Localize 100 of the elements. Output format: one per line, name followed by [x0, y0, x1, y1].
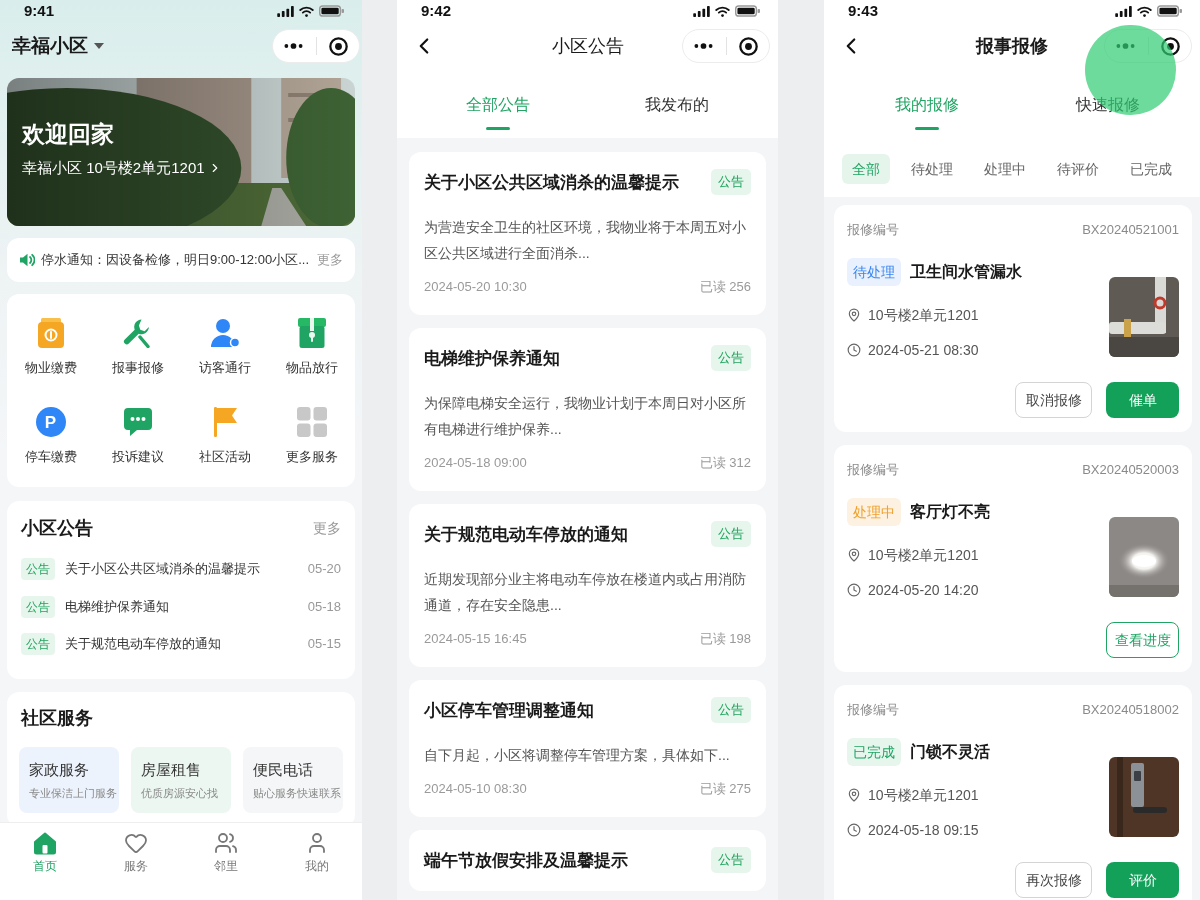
tile-title: 家政服务 [29, 760, 89, 780]
notice-tag: 公告 [711, 697, 751, 723]
filter-chip[interactable]: 待处理 [901, 154, 963, 184]
notice-title: 电梯维护保养通知 [424, 348, 560, 369]
order-location: 10号楼2单元1201 [868, 546, 979, 565]
service-button[interactable]: 访客通行 [181, 318, 268, 378]
service-button[interactable]: 更多服务 [268, 407, 355, 467]
tile-title: 便民电话 [253, 760, 313, 780]
status-tag: 处理中 [847, 498, 901, 526]
tile-subtitle: 贴心服务快速联系 [253, 786, 341, 801]
package-icon [296, 318, 327, 348]
service-tile[interactable]: 家政服务 专业保洁上门服务 [19, 747, 119, 813]
notice-card[interactable]: 小区停车管理调整通知 公告 自下月起，小区将调整停车管理方案，具体如下... 2024-05-10 08:30 已读 275 [409, 680, 766, 817]
read-count: 已读 312 [699, 454, 751, 472]
notice-card[interactable]: 端午节放假安排及温馨提示 公告 [409, 830, 766, 891]
wifi-icon [1137, 5, 1152, 17]
notice-tag: 公告 [21, 595, 55, 618]
tab-bar-item[interactable]: 我的 [271, 831, 362, 874]
service-button[interactable]: 社区活动 [181, 407, 268, 467]
page-title: 小区公告 [551, 35, 624, 58]
order-number: BX20240518002 [1082, 701, 1179, 719]
notice-time: 2024-05-15 16:45 [424, 630, 527, 648]
order-number: BX20240520003 [1082, 461, 1179, 479]
service-button[interactable]: P 停车缴费 [7, 407, 94, 467]
service-tile[interactable]: 房屋租售 优质房源安心找 [131, 747, 231, 813]
money-box-icon [35, 318, 66, 348]
notice-title: 关于规范电动车停放的通知 [424, 524, 628, 545]
clock-icon [847, 823, 861, 837]
filter-chip[interactable]: 处理中 [974, 154, 1036, 184]
target-icon[interactable] [739, 36, 758, 56]
signal-icon [1115, 5, 1132, 17]
notice-title: 小区停车管理调整通知 [424, 700, 594, 721]
notice-title: 端午节放假安排及温馨提示 [424, 850, 628, 871]
order-number-label: 报修编号 [847, 461, 899, 479]
notice-summary: 为营造安全卫生的社区环境，我物业将于本周五对小区公共区域进行全面消杀... [424, 218, 747, 263]
more-icon[interactable] [694, 43, 713, 49]
parking-icon: P [35, 407, 66, 437]
location-pin-icon [847, 548, 861, 562]
notice-time: 2024-05-18 09:00 [424, 454, 527, 472]
notice-tag: 公告 [21, 558, 55, 580]
chat-bubble-icon [122, 407, 153, 437]
notice-card[interactable]: 电梯维护保养通知 公告 为保障电梯安全运行，我物业计划于本周日对小区所有电梯进行维护保养... 2024-05-18 09:00 已读 312 [409, 328, 766, 491]
notice-tag: 公告 [711, 345, 751, 371]
notice-time: 2024-05-10 08:30 [424, 780, 527, 798]
notice-summary: 近期发现部分业主将电动车停放在楼道内或占用消防通道，存在安全隐患... [424, 570, 747, 615]
order-time: 2024-05-20 14:20 [868, 581, 979, 600]
grid-icon [296, 407, 327, 437]
notice-card[interactable]: 关于小区公共区域消杀的温馨提示 公告 为营造安全卫生的社区环境，我物业将于本周五对小区公共区域进行全面消杀... 2024-05-20 10:30 已读 256 [409, 152, 766, 315]
filter-chip[interactable]: 已完成 [1120, 154, 1182, 184]
service-button[interactable]: 物业缴费 [7, 318, 94, 378]
people-icon [214, 831, 239, 855]
target-icon[interactable] [329, 36, 348, 56]
tab[interactable]: 我发布的 [644, 94, 709, 116]
order-location: 10号楼2单元1201 [868, 306, 979, 325]
order-number-label: 报修编号 [847, 701, 899, 719]
tab-bar-item[interactable]: 邻里 [181, 831, 272, 874]
read-count: 已读 198 [699, 630, 751, 648]
section-title: 社区服务 [19, 707, 94, 730]
signal-icon [693, 5, 710, 17]
location-pin-icon [847, 308, 861, 322]
status-time: 9:42 [421, 2, 452, 20]
section-title: 小区公告 [21, 517, 93, 540]
announcement-title[interactable]: 关于小区公共区域消杀的温馨提示 [65, 559, 308, 579]
action-button[interactable]: 取消报修 [1015, 382, 1092, 418]
notice-tag: 公告 [711, 521, 751, 547]
read-count: 已读 275 [699, 780, 751, 798]
filter-chip[interactable]: 待评价 [1047, 154, 1109, 184]
tile-title: 房屋租售 [141, 760, 201, 780]
tab[interactable]: 快速报修 [1075, 94, 1140, 116]
announcement-title[interactable]: 电梯维护保养通知 [65, 596, 308, 617]
order-title: 门锁不灵活 [910, 742, 990, 762]
announcement-title[interactable]: 关于规范电动车停放的通知 [65, 634, 308, 654]
order-number-label: 报修编号 [847, 221, 899, 239]
clock-icon [847, 583, 861, 597]
notice-summary: 自下月起，小区将调整停车管理方案，具体如下... [424, 746, 731, 765]
order-location: 10号楼2单元1201 [868, 786, 979, 805]
action-button[interactable]: 再次报修 [1015, 862, 1092, 898]
battery-icon [735, 5, 760, 17]
notice-tag: 公告 [21, 633, 55, 655]
notice-card[interactable]: 关于规范电动车停放的通知 公告 近期发现部分业主将电动车停放在楼道内或占用消防通道，存在安全隐患... 2024-05-15 16:45 已读 198 [409, 504, 766, 667]
service-button[interactable]: 投诉建议 [94, 407, 181, 467]
status-time: 9:43 [848, 2, 879, 20]
service-tile[interactable]: 便民电话 贴心服务快速联系 [243, 747, 343, 813]
notice-summary: 为保障电梯安全运行，我物业计划于本周日对小区所有电梯进行维护保养... [424, 394, 747, 439]
order-time: 2024-05-21 08:30 [868, 341, 979, 360]
page-title: 报事报修 [976, 35, 1048, 58]
tile-subtitle: 专业保洁上门服务 [29, 786, 117, 801]
notice-tag: 公告 [711, 847, 751, 873]
more-icon[interactable] [284, 43, 303, 49]
community-selector[interactable]: 幸福小区 [12, 33, 104, 59]
location-pin-icon [847, 788, 861, 802]
service-button[interactable]: 物品放行 [268, 318, 355, 378]
heart-icon [123, 831, 148, 855]
order-number: BX20240521001 [1082, 221, 1179, 239]
status-tag: 已完成 [847, 738, 901, 766]
tab-bar-item[interactable]: 服务 [90, 831, 181, 874]
service-button[interactable]: 报事报修 [94, 318, 181, 378]
clock-icon [847, 343, 861, 357]
person-icon [209, 318, 240, 348]
battery-icon [319, 5, 344, 17]
